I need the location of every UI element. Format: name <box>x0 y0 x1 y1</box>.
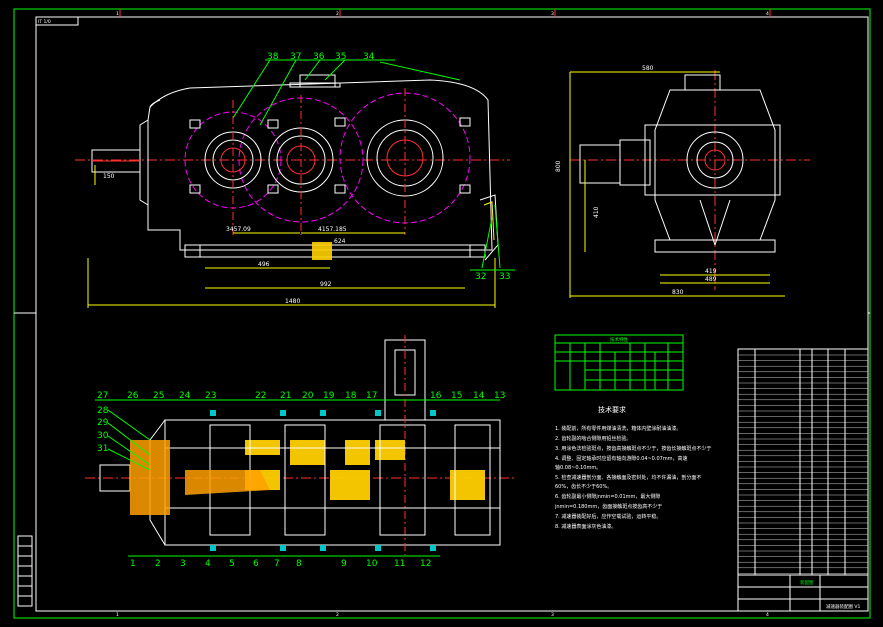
parts-list <box>737 348 869 612</box>
balloon-24: 24 <box>179 391 191 401</box>
border-number: 4 <box>766 11 769 17</box>
balloon-8: 8 <box>296 559 302 569</box>
border-number: 3 <box>551 612 554 618</box>
balloon-34: 34 <box>363 52 375 62</box>
balloon-33: 33 <box>499 272 510 282</box>
balloon-7: 7 <box>274 559 280 569</box>
dim-992: 992 <box>320 281 332 288</box>
dim-1480: 1480 <box>285 298 300 305</box>
balloon-22: 22 <box>255 391 266 401</box>
dim-489: 489 <box>705 276 717 283</box>
tech-note-line: jnmin=0.180mm，齿面接触斑点按齿高不少于 <box>554 503 662 510</box>
balloon-30: 30 <box>97 431 109 441</box>
balloon-1: 1 <box>130 559 136 569</box>
tech-note-line: 轴0.08~0.10mm。 <box>555 464 601 471</box>
dim-830: 830 <box>672 289 684 296</box>
dim-580: 580 <box>642 65 654 72</box>
balloon-3: 3 <box>180 559 186 569</box>
border-number: 4 <box>766 612 769 618</box>
dim-4157: 4157.185 <box>318 226 347 233</box>
spec-table-title: 技术特性 <box>610 336 628 343</box>
balloon-31: 31 <box>97 444 108 454</box>
drawing-sheet: 1 2 3 4 1 2 3 4 IT 1/0 1480 992 496 3457… <box>13 8 871 619</box>
dim-150: 150 <box>103 173 115 180</box>
balloon-17: 17 <box>366 391 377 401</box>
balloon-2: 2 <box>155 559 161 569</box>
left-revision-block <box>17 535 33 607</box>
balloon-14: 14 <box>473 391 485 401</box>
parts-list-rows <box>738 354 868 574</box>
outer-border <box>13 8 871 619</box>
dim-3457: 3457.09 <box>226 226 251 233</box>
inner-border <box>35 16 869 612</box>
title-block: 装配图 减速器装配图 V1 <box>737 574 869 612</box>
tech-notes-heading: 技术要求 <box>598 405 626 414</box>
tech-note-line: 5. 检查减速器剖分面、各接触面及密封处，均不许漏油，剖分面不 <box>555 474 701 481</box>
balloon-15: 15 <box>451 391 462 401</box>
balloon-9: 9 <box>341 559 347 569</box>
dim-800: 800 <box>555 160 562 172</box>
spec-table: 技术特性 <box>554 334 684 391</box>
balloon-25: 25 <box>153 391 164 401</box>
balloon-35: 35 <box>335 52 346 62</box>
border-number: 1 <box>116 612 119 618</box>
tech-note-line: 8. 减速器表面涂灰色油漆。 <box>555 523 616 530</box>
plan-view: 27 26 25 24 23 22 21 20 19 18 17 16 15 1… <box>85 335 515 569</box>
balloon-5: 5 <box>229 559 235 569</box>
balloon-6: 6 <box>253 559 259 569</box>
border-number: 1 <box>116 11 119 17</box>
balloon-18: 18 <box>345 391 357 401</box>
border-number: 2 <box>336 612 339 618</box>
tech-note-line: 2. 齿轮副的啮合侧隙用铅丝检验。 <box>555 435 631 442</box>
tech-note-line: 1. 装配前，所有零件用煤油清洗，箱体内壁涂耐油油漆。 <box>555 425 681 432</box>
dim-419: 419 <box>705 268 717 275</box>
balloon-16: 16 <box>430 391 442 401</box>
tech-notes: 技术要求 1. 装配前，所有零件用煤油清洗，箱体内壁涂耐油油漆。 2. 齿轮副的… <box>554 405 711 530</box>
balloon-11: 11 <box>394 559 405 569</box>
tech-note-line: 3. 用涂色法检验斑点，按齿高接触斑点不少于，按齿长接触斑点不少于 <box>555 445 711 452</box>
balloon-38: 38 <box>267 52 279 62</box>
dim-624: 624 <box>334 238 346 245</box>
balloon-27: 27 <box>97 391 108 401</box>
balloon-4: 4 <box>205 559 211 569</box>
balloon-19: 19 <box>323 391 335 401</box>
tech-note-line: 7. 减速器装配好后，应作空载试验，运转平稳。 <box>555 513 661 520</box>
balloon-28: 28 <box>97 406 109 416</box>
border-number: 2 <box>336 11 339 17</box>
balloon-13: 13 <box>494 391 505 401</box>
border-number: 3 <box>551 11 554 17</box>
balloon-26: 26 <box>127 391 139 401</box>
dim-410: 410 <box>593 206 600 218</box>
tag-text: IT 1/0 <box>38 19 51 25</box>
balloon-32: 32 <box>475 272 486 282</box>
drawing-name: 装配图 <box>800 579 814 586</box>
front-view: 1480 992 496 3457.09 4157.185 624 150 38… <box>75 52 515 308</box>
tech-note-line: 60%，齿长不少于60%。 <box>555 483 612 490</box>
balloon-10: 10 <box>366 559 378 569</box>
balloon-29: 29 <box>97 418 109 428</box>
balloon-37: 37 <box>290 52 301 62</box>
title-footer: 减速器装配图 V1 <box>826 603 861 610</box>
balloon-23: 23 <box>205 391 216 401</box>
tech-note-line: 6. 齿轮副最小侧隙jnmin=0.01mm，最大侧隙 <box>555 493 660 500</box>
balloon-12: 12 <box>420 559 431 569</box>
balloon-20: 20 <box>302 391 314 401</box>
tech-note-line: 4. 调整、固定轴承时应留有轴向游隙0.04~0.07mm，高速 <box>555 455 688 462</box>
dim-496: 496 <box>258 261 270 268</box>
side-view: 580 800 410 419 489 830 <box>555 65 810 298</box>
balloon-21: 21 <box>280 391 291 401</box>
balloon-36: 36 <box>313 52 325 62</box>
